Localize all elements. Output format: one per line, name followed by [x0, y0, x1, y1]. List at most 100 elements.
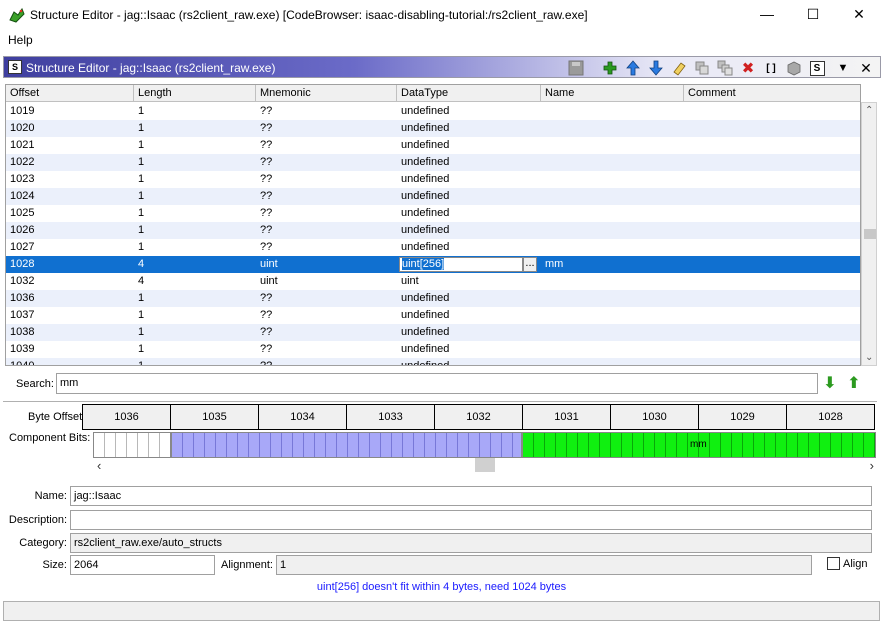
save-button[interactable] — [567, 59, 585, 77]
cell-comment[interactable] — [684, 324, 860, 341]
scroll-thumb[interactable] — [475, 458, 495, 472]
cell-length[interactable]: 1 — [134, 358, 256, 365]
cell-offset[interactable]: 1020 — [6, 120, 134, 137]
cell-length[interactable]: 4 — [134, 273, 256, 290]
cell-name[interactable] — [541, 137, 684, 154]
cell-name[interactable] — [541, 188, 684, 205]
cell-mnemonic[interactable]: ?? — [256, 239, 397, 256]
cell-length[interactable]: 1 — [134, 222, 256, 239]
cell-offset[interactable]: 1032 — [6, 273, 134, 290]
duplicate-multiple-button[interactable] — [716, 59, 734, 77]
cell-length[interactable]: 1 — [134, 154, 256, 171]
cell-offset[interactable]: 1022 — [6, 154, 134, 171]
cell-mnemonic[interactable]: ?? — [256, 358, 397, 365]
description-input[interactable] — [70, 510, 872, 530]
move-up-button[interactable] — [624, 59, 642, 77]
cell-datatype[interactable]: uint[256]... — [397, 256, 541, 273]
cell-offset[interactable]: 1025 — [6, 205, 134, 222]
cell-comment[interactable] — [684, 171, 860, 188]
cell-name[interactable] — [541, 171, 684, 188]
cell-mnemonic[interactable]: ?? — [256, 307, 397, 324]
cell-comment[interactable] — [684, 154, 860, 171]
datatype-edit-input[interactable]: uint[256] — [399, 257, 523, 272]
cell-datatype[interactable]: undefined — [397, 137, 541, 154]
cell-name[interactable] — [541, 290, 684, 307]
scroll-left-icon[interactable]: ‹ — [97, 458, 101, 473]
cell-name[interactable] — [541, 324, 684, 341]
cell-offset[interactable]: 1026 — [6, 222, 134, 239]
search-previous-button[interactable]: ⬆ — [845, 375, 863, 393]
bit-viewer-horizontal-scrollbar[interactable]: ‹ › — [95, 458, 876, 474]
cell-offset[interactable]: 1019 — [6, 103, 134, 120]
table-row[interactable]: 1021 1?? undefined — [6, 137, 860, 154]
cell-mnemonic[interactable]: ?? — [256, 137, 397, 154]
cell-datatype[interactable]: undefined — [397, 154, 541, 171]
cell-length[interactable]: 1 — [134, 239, 256, 256]
column-header-mnemonic[interactable]: Mnemonic — [256, 85, 397, 102]
cell-mnemonic[interactable]: ?? — [256, 154, 397, 171]
cell-comment[interactable] — [684, 205, 860, 222]
table-row[interactable]: 1025 1?? undefined — [6, 205, 860, 222]
cell-comment[interactable] — [684, 341, 860, 358]
cell-comment[interactable] — [684, 273, 860, 290]
move-down-button[interactable] — [647, 59, 665, 77]
cell-name[interactable] — [541, 154, 684, 171]
cell-offset[interactable]: 1023 — [6, 171, 134, 188]
table-row[interactable]: 1038 1?? undefined — [6, 324, 860, 341]
column-header-datatype[interactable]: DataType — [397, 85, 541, 102]
table-row[interactable]: 1024 1?? undefined — [6, 188, 860, 205]
cell-comment[interactable] — [684, 120, 860, 137]
cell-name[interactable] — [541, 273, 684, 290]
cell-offset[interactable]: 1037 — [6, 307, 134, 324]
cell-mnemonic[interactable]: ?? — [256, 103, 397, 120]
table-row[interactable]: 1039 1?? undefined — [6, 341, 860, 358]
table-row[interactable]: 1037 1?? undefined — [6, 307, 860, 324]
cell-length[interactable]: 1 — [134, 171, 256, 188]
cell-name[interactable] — [541, 239, 684, 256]
cell-offset[interactable]: 1036 — [6, 290, 134, 307]
cell-comment[interactable] — [684, 256, 860, 273]
cell-mnemonic[interactable]: ?? — [256, 324, 397, 341]
column-header-offset[interactable]: Offset — [6, 85, 134, 102]
cell-name[interactable] — [541, 341, 684, 358]
cell-name[interactable] — [541, 222, 684, 239]
menu-help[interactable]: Help — [8, 33, 33, 47]
table-row[interactable]: 1032 4 uint uint — [6, 273, 860, 290]
column-header-name[interactable]: Name — [541, 85, 684, 102]
cell-datatype[interactable]: undefined — [397, 171, 541, 188]
cell-length[interactable]: 1 — [134, 137, 256, 154]
cell-datatype[interactable]: undefined — [397, 205, 541, 222]
table-vertical-scrollbar[interactable]: ⌃ ⌄ — [861, 102, 877, 366]
table-row-selected[interactable]: 1028 4 uint uint[256]... mm — [6, 256, 860, 273]
cell-datatype[interactable]: undefined — [397, 222, 541, 239]
cell-comment[interactable] — [684, 307, 860, 324]
cell-datatype[interactable]: undefined — [397, 188, 541, 205]
cell-datatype[interactable]: undefined — [397, 307, 541, 324]
cell-comment[interactable] — [684, 239, 860, 256]
scroll-down-icon[interactable]: ⌄ — [865, 352, 873, 363]
cell-offset[interactable]: 1028 — [6, 256, 134, 273]
cell-length[interactable]: 1 — [134, 324, 256, 341]
cell-comment[interactable] — [684, 137, 860, 154]
cell-offset[interactable]: 1039 — [6, 341, 134, 358]
delete-button[interactable]: ✖ — [739, 59, 757, 77]
cell-comment[interactable] — [684, 290, 860, 307]
cell-datatype[interactable]: undefined — [397, 103, 541, 120]
cell-length[interactable]: 1 — [134, 103, 256, 120]
maximize-button[interactable]: ☐ — [790, 0, 836, 28]
search-input[interactable]: mm — [56, 373, 818, 394]
cell-comment[interactable] — [684, 222, 860, 239]
cell-mnemonic[interactable]: ?? — [256, 205, 397, 222]
cell-datatype[interactable]: undefined — [397, 341, 541, 358]
add-button[interactable] — [601, 59, 619, 77]
cell-length[interactable]: 1 — [134, 307, 256, 324]
cell-mnemonic[interactable]: ?? — [256, 341, 397, 358]
cell-mnemonic[interactable]: ?? — [256, 120, 397, 137]
clear-button[interactable] — [670, 59, 688, 77]
cell-offset[interactable]: 1024 — [6, 188, 134, 205]
name-input[interactable]: jag::Isaac — [70, 486, 872, 506]
unpackage-button[interactable] — [785, 59, 803, 77]
options-dropdown-button[interactable]: ▼ — [834, 59, 852, 77]
cell-datatype[interactable]: uint — [397, 273, 541, 290]
cell-length[interactable]: 1 — [134, 290, 256, 307]
